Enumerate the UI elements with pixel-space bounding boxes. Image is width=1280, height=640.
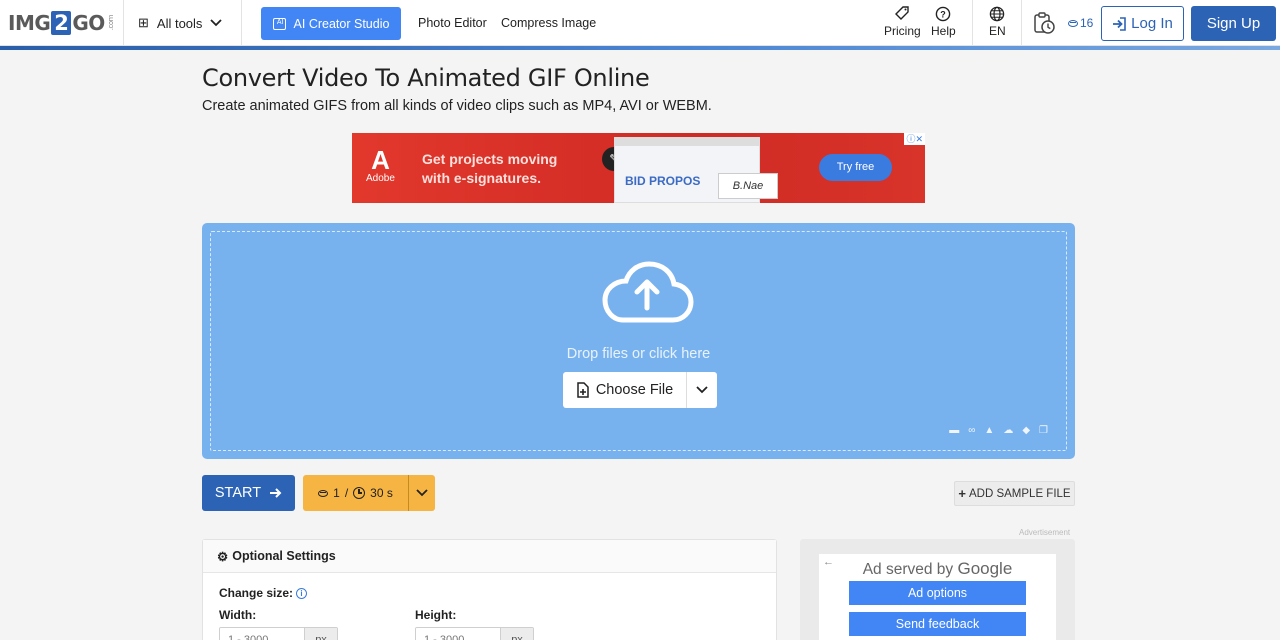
ai-creator-studio-button[interactable]: AI AI Creator Studio [261, 7, 401, 40]
cost-display: 1 / 30 s [303, 475, 409, 511]
cost-dropdown[interactable] [409, 475, 435, 511]
width-unit: px [304, 628, 337, 640]
folder-icon[interactable]: ▬ [949, 425, 959, 436]
page-subtitle: Create animated GIFS from all kinds of v… [202, 98, 712, 114]
choose-file-group: Choose File [563, 372, 717, 408]
history-icon[interactable] [1032, 11, 1056, 40]
ad-signature: B.Nae [718, 173, 778, 199]
pricing-link[interactable]: Pricing [884, 6, 921, 38]
info-icon[interactable]: i [296, 588, 308, 599]
ad-headline: Get projects moving with e-signatures. [422, 151, 558, 186]
upload-source-icons: ▬ ∞ ▲ ☁ ◆ ❐ [949, 425, 1048, 436]
adobe-a-icon: A [371, 145, 390, 175]
credit-coin-icon [318, 489, 329, 497]
add-file-icon [577, 382, 589, 398]
ai-image-icon: AI [272, 17, 286, 30]
header-divider [241, 0, 242, 46]
google-logo: Google [957, 559, 1013, 578]
credit-coin-icon [1068, 19, 1078, 27]
width-field: px [219, 627, 338, 640]
width-label: Width: [219, 608, 257, 622]
nav-photo-editor[interactable]: Photo Editor [418, 16, 487, 30]
ad-options-button[interactable]: Ad options [849, 581, 1026, 605]
language-selector[interactable]: EN [989, 6, 1006, 38]
login-icon [1113, 16, 1126, 31]
height-field: px [415, 627, 534, 640]
dropbox-icon[interactable]: ◆ [1022, 425, 1030, 436]
drop-files-text: Drop files or click here [566, 346, 711, 362]
ad-info-close-icon[interactable]: ⓘ✕ [904, 133, 925, 145]
arrow-right-icon [270, 488, 282, 498]
link-icon[interactable]: ∞ [968, 425, 975, 436]
ad-try-free-button[interactable]: Try free [819, 154, 892, 181]
clipboard-icon[interactable]: ❐ [1039, 425, 1048, 436]
site-logo[interactable]: IMG 2 GO .com [8, 9, 115, 37]
start-button[interactable]: START [202, 475, 295, 511]
tag-icon [895, 6, 910, 24]
height-input[interactable] [416, 628, 500, 640]
help-icon: ? [935, 6, 951, 24]
adobe-logo: A Adobe [366, 145, 395, 184]
grid-icon: ⊞ [138, 15, 149, 30]
optional-settings-panel: ⚙ Optional Settings Change size: i Width:… [202, 539, 777, 640]
help-link[interactable]: ? Help [931, 6, 956, 38]
chevron-down-icon [696, 386, 708, 394]
conversion-cost-button[interactable]: 1 / 30 s [303, 475, 435, 511]
chevron-down-icon [210, 19, 223, 27]
change-size-label: Change size: i [219, 586, 308, 600]
chevron-down-icon [416, 489, 428, 497]
width-input[interactable] [220, 628, 304, 640]
google-drive-icon[interactable]: ▲ [984, 425, 994, 436]
header-divider [972, 0, 973, 46]
all-tools-menu[interactable]: ⊞ All tools [138, 12, 223, 34]
choose-source-dropdown[interactable] [687, 372, 717, 408]
height-unit: px [500, 628, 533, 640]
top-header: IMG 2 GO .com ⊞ All tools AI AI Creator Stu… [0, 0, 1280, 46]
nav-compress-image[interactable]: Compress Image [501, 16, 596, 30]
add-sample-file-button[interactable]: + ADD SAMPLE FILE [954, 481, 1075, 506]
google-ad-box: ← Ad served by Google Ad options Send fe… [800, 539, 1075, 640]
header-accent-bar [0, 46, 1280, 50]
upload-dropzone[interactable]: Drop files or click here Choose File ▬ ∞… [202, 223, 1075, 459]
ad-served-by: Ad served by Google [862, 559, 1013, 578]
optional-settings-header[interactable]: ⚙ Optional Settings [203, 540, 776, 573]
gears-icon: ⚙ [217, 549, 229, 564]
page-title: Convert Video To Animated GIF Online [202, 64, 650, 92]
svg-text:?: ? [941, 10, 947, 20]
credits-counter[interactable]: 16 [1068, 16, 1093, 30]
clock-icon [353, 487, 366, 499]
ad-banner[interactable]: A Adobe Get projects moving with e-signa… [352, 133, 925, 203]
advertisement-label: Advertisement [1019, 528, 1071, 537]
choose-file-button[interactable]: Choose File [563, 372, 687, 408]
height-label: Height: [415, 608, 457, 622]
cloud-upload-icon [602, 261, 694, 323]
header-divider [123, 0, 124, 46]
onedrive-icon[interactable]: ☁ [1003, 425, 1013, 436]
plus-icon: + [958, 486, 966, 501]
globe-icon [989, 6, 1005, 24]
signup-button[interactable]: Sign Up [1191, 6, 1276, 41]
send-feedback-button[interactable]: Send feedback [849, 612, 1026, 636]
header-divider [1021, 0, 1022, 46]
login-button[interactable]: Log In [1101, 6, 1184, 41]
